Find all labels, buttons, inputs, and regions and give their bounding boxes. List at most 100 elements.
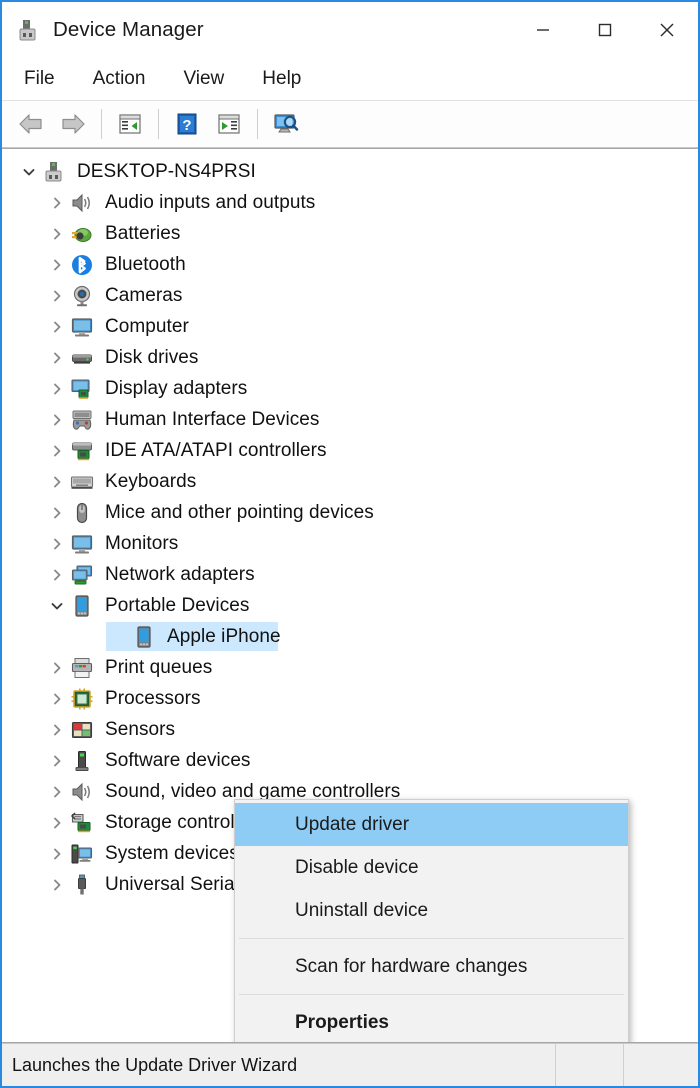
context-menu-item-properties[interactable]: Properties <box>235 1001 628 1043</box>
tree-node-label: DESKTOP-NS4PRSI <box>77 161 256 183</box>
tree-node-audio-inputs-and-outputs[interactable]: Audio inputs and outputs <box>2 187 698 218</box>
tree-node-keyboards[interactable]: Keyboards <box>2 466 698 497</box>
context-menu-item-update-driver[interactable]: Update driver <box>235 803 628 846</box>
tree-node-label: Batteries <box>105 223 180 245</box>
display-adapter-icon <box>70 377 94 401</box>
tree-node-label: Monitors <box>105 533 178 555</box>
tree-node-network-adapters[interactable]: Network adapters <box>2 559 698 590</box>
chevron-right-icon[interactable] <box>44 196 70 210</box>
status-pane-2 <box>555 1044 623 1086</box>
chevron-right-icon[interactable] <box>44 382 70 396</box>
tree-node-print-queues[interactable]: Print queues <box>2 652 698 683</box>
mouse-icon <box>70 501 94 525</box>
menu-help[interactable]: Help <box>262 65 301 93</box>
chevron-right-icon[interactable] <box>44 847 70 861</box>
chevron-down-icon[interactable] <box>44 599 70 613</box>
chevron-right-icon[interactable] <box>44 444 70 458</box>
tree-node-label: Keyboards <box>105 471 196 493</box>
device-tree-panel[interactable]: DESKTOP-NS4PRSI Audio inputs and outputs B… <box>2 148 698 1043</box>
chevron-right-icon[interactable] <box>44 785 70 799</box>
tree-node-disk-drives[interactable]: Disk drives <box>2 342 698 373</box>
svg-text:?: ? <box>182 117 191 134</box>
tree-node-human-interface-devices[interactable]: Human Interface Devices <box>2 404 698 435</box>
tree-node-computer[interactable]: Computer <box>2 311 698 342</box>
show-hidden-devices-button[interactable] <box>211 106 247 142</box>
context-menu-item-uninstall-device[interactable]: Uninstall device <box>235 889 628 932</box>
tree-node-display-adapters[interactable]: Display adapters <box>2 373 698 404</box>
tree-node-label: Display adapters <box>105 378 247 400</box>
close-button[interactable] <box>636 2 698 58</box>
chevron-right-icon[interactable] <box>44 320 70 334</box>
tree-node-monitors[interactable]: Monitors <box>2 528 698 559</box>
tree-node-label: IDE ATA/ATAPI controllers <box>105 440 327 462</box>
minimize-button[interactable] <box>512 2 574 58</box>
tree-node-label: Computer <box>105 316 189 338</box>
monitor-icon <box>70 315 94 339</box>
maximize-button[interactable] <box>574 2 636 58</box>
chevron-right-icon[interactable] <box>44 754 70 768</box>
tree-node-cameras[interactable]: Cameras <box>2 280 698 311</box>
chevron-right-icon[interactable] <box>44 878 70 892</box>
menu-bar: File Action View Help <box>2 58 698 101</box>
tree-node-label: Human Interface Devices <box>105 409 319 431</box>
menu-view[interactable]: View <box>183 65 224 93</box>
chevron-right-icon[interactable] <box>44 816 70 830</box>
chevron-right-icon[interactable] <box>44 475 70 489</box>
context-menu-separator <box>239 938 624 939</box>
tree-node-label: Mice and other pointing devices <box>105 502 374 524</box>
chevron-right-icon[interactable] <box>44 723 70 737</box>
caption-button-group <box>512 2 698 58</box>
tree-node-processors[interactable]: Processors <box>2 683 698 714</box>
tree-node-bluetooth[interactable]: Bluetooth <box>2 249 698 280</box>
back-button[interactable] <box>13 106 49 142</box>
context-menu-item-scan-for-hardware-changes[interactable]: Scan for hardware changes <box>235 945 628 988</box>
toolbar-separator-3 <box>257 109 258 139</box>
forward-button[interactable] <box>55 106 91 142</box>
tree-node-label: System devices <box>105 843 239 865</box>
tree-node-label: Bluetooth <box>105 254 186 276</box>
tree-node-software-devices[interactable]: Software devices <box>2 745 698 776</box>
context-menu-item-disable-device[interactable]: Disable device <box>235 846 628 889</box>
tree-node-label: Portable Devices <box>105 595 249 617</box>
device-manager-icon <box>16 17 42 43</box>
tree-node-apple-iphone[interactable]: Apple iPhone <box>2 621 698 652</box>
tree-node-mice-and-other-pointing-devices[interactable]: Mice and other pointing devices <box>2 497 698 528</box>
chevron-right-icon[interactable] <box>44 568 70 582</box>
portable-device-icon <box>70 594 94 618</box>
chevron-right-icon[interactable] <box>44 661 70 675</box>
chevron-right-icon[interactable] <box>44 289 70 303</box>
ide-controller-icon <box>70 439 94 463</box>
chevron-right-icon[interactable] <box>44 258 70 272</box>
chevron-right-icon[interactable] <box>44 227 70 241</box>
tree-node-sensors[interactable]: Sensors <box>2 714 698 745</box>
properties-button[interactable] <box>112 106 148 142</box>
chevron-down-icon[interactable] <box>16 165 42 179</box>
scan-for-hardware-changes-button[interactable] <box>268 106 304 142</box>
chevron-right-icon[interactable] <box>44 506 70 520</box>
portable-device-icon <box>132 625 156 649</box>
keyboard-icon <box>70 470 94 494</box>
network-adapter-icon <box>70 563 94 587</box>
window-title: Device Manager <box>53 18 204 42</box>
chevron-right-icon[interactable] <box>44 413 70 427</box>
tree-node-batteries[interactable]: Batteries <box>2 218 698 249</box>
chevron-right-icon[interactable] <box>44 537 70 551</box>
menu-action[interactable]: Action <box>93 65 146 93</box>
tree-node-portable-devices[interactable]: Portable Devices <box>2 590 698 621</box>
printer-icon <box>70 656 94 680</box>
device-context-menu: Update driverDisable deviceUninstall dev… <box>234 799 629 1043</box>
chevron-right-icon[interactable] <box>44 351 70 365</box>
chevron-right-icon[interactable] <box>44 692 70 706</box>
status-pane-message: Launches the Update Driver Wizard <box>2 1044 555 1086</box>
menu-file[interactable]: File <box>24 65 55 93</box>
help-button[interactable]: ? <box>169 106 205 142</box>
status-pane-3 <box>623 1044 698 1086</box>
tree-node-ide-ata-atapi-controllers[interactable]: IDE ATA/ATAPI controllers <box>2 435 698 466</box>
status-text: Launches the Update Driver Wizard <box>12 1055 297 1076</box>
tree-node-label: Software devices <box>105 750 250 772</box>
tree-node-desktop-ns4prsi[interactable]: DESKTOP-NS4PRSI <box>2 156 698 187</box>
camera-icon <box>70 284 94 308</box>
computer-root-icon <box>42 160 66 184</box>
toolbar: ? <box>2 101 698 148</box>
tree-node-label: Disk drives <box>105 347 198 369</box>
